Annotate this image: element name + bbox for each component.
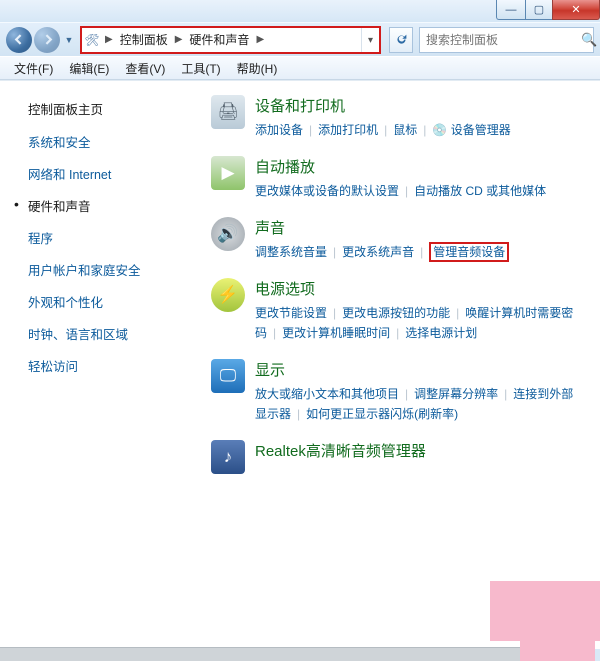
- search-icon[interactable]: 🔍: [581, 32, 597, 48]
- category: 🔊声音调整系统音量|更改系统声音|管理音频设备: [211, 217, 580, 262]
- menu-edit[interactable]: 编辑(E): [61, 60, 117, 77]
- maximize-button[interactable]: ▢: [525, 0, 552, 20]
- separator: |: [291, 407, 306, 421]
- task-link[interactable]: 更改系统声音: [342, 245, 414, 259]
- task-link[interactable]: 更改计算机睡眠时间: [282, 326, 390, 340]
- refresh-icon: [395, 33, 408, 46]
- sound-icon: 🔊: [211, 217, 245, 251]
- sidebar-item[interactable]: 外观和个性化: [28, 292, 205, 311]
- menu-tools[interactable]: 工具(T): [173, 60, 228, 77]
- autoplay-icon: ▶: [211, 156, 245, 190]
- category: ♪ Realtek高清晰音频管理器: [211, 440, 580, 474]
- task-link[interactable]: 💿 设备管理器: [432, 123, 510, 137]
- refresh-button[interactable]: [389, 27, 413, 53]
- close-button[interactable]: ✕: [552, 0, 600, 20]
- search-input[interactable]: [426, 33, 581, 47]
- sidebar-title[interactable]: 控制面板主页: [28, 99, 205, 118]
- category-title[interactable]: Realtek高清晰音频管理器: [255, 440, 580, 461]
- category: ⚡电源选项更改节能设置|更改电源按钮的功能|唤醒计算机时需要密码|更改计算机睡眠…: [211, 278, 580, 343]
- task-link[interactable]: 如何更正显示器闪烁(刷新率): [306, 407, 458, 421]
- separator: |: [303, 123, 318, 137]
- arrow-right-icon: [42, 34, 53, 45]
- realtek-icon: ♪: [211, 440, 245, 474]
- overlay: [490, 581, 600, 641]
- task-link[interactable]: 更改节能设置: [255, 306, 327, 320]
- separator: |: [399, 184, 414, 198]
- category-title[interactable]: 声音: [255, 217, 580, 238]
- sidebar-item[interactable]: 网络和 Internet: [28, 164, 205, 183]
- task-link[interactable]: 鼠标: [393, 123, 417, 137]
- forward-button[interactable]: [34, 27, 60, 53]
- chevron-right-icon[interactable]: ▶: [172, 34, 186, 45]
- menu-bar: 文件(F) 编辑(E) 查看(V) 工具(T) 帮助(H): [0, 56, 600, 80]
- task-link[interactable]: 调整系统音量: [255, 245, 327, 259]
- printer-icon: 🖨: [211, 95, 245, 129]
- status-bar: [0, 647, 520, 661]
- sidebar-item[interactable]: 硬件和声音: [28, 196, 205, 215]
- address-bar[interactable]: 🛠 ▶ 控制面板 ▶ 硬件和声音 ▶ ▾: [80, 26, 381, 54]
- sidebar-item[interactable]: 系统和安全: [28, 132, 205, 151]
- main-content: 🖨设备和打印机添加设备|添加打印机|鼠标|💿 设备管理器▶自动播放更改媒体或设备…: [205, 81, 600, 649]
- control-panel-icon: 🛠: [82, 33, 102, 47]
- sidebar: 控制面板主页 系统和安全网络和 Internet 硬件和声音程序用户帐户和家庭安全…: [0, 81, 205, 649]
- breadcrumb: ▶ 控制面板 ▶ 硬件和声音 ▶: [102, 31, 361, 48]
- nav-arrows: ▼: [6, 27, 76, 53]
- task-link[interactable]: 添加打印机: [318, 123, 378, 137]
- breadcrumb-item[interactable]: 控制面板: [116, 31, 172, 48]
- category-title[interactable]: 自动播放: [255, 156, 580, 177]
- menu-file[interactable]: 文件(F): [6, 60, 61, 77]
- menu-help[interactable]: 帮助(H): [229, 60, 286, 77]
- category-title[interactable]: 设备和打印机: [255, 95, 580, 116]
- task-link[interactable]: 管理音频设备: [429, 242, 509, 262]
- category: ▶ 自动播放更改媒体或设备的默认设置|自动播放 CD 或其他媒体: [211, 156, 580, 201]
- window-buttons: — ▢ ✕: [496, 0, 600, 20]
- task-link[interactable]: 更改媒体或设备的默认设置: [255, 184, 399, 198]
- minimize-button[interactable]: —: [496, 0, 525, 20]
- breadcrumb-item[interactable]: 硬件和声音: [185, 31, 253, 48]
- separator: |: [267, 326, 282, 340]
- separator: |: [450, 306, 465, 320]
- task-link[interactable]: 自动播放 CD 或其他媒体: [414, 184, 546, 198]
- window-titlebar: — ▢ ✕: [0, 0, 600, 22]
- chevron-right-icon[interactable]: ▶: [253, 34, 267, 45]
- sidebar-item[interactable]: 用户帐户和家庭安全: [28, 260, 205, 279]
- address-dropdown[interactable]: ▾: [361, 28, 379, 52]
- separator: |: [390, 326, 405, 340]
- category-title[interactable]: 显示: [255, 359, 580, 380]
- back-button[interactable]: [6, 27, 32, 53]
- category: 🖵显示放大或缩小文本和其他项目|调整屏幕分辨率|连接到外部显示器|如何更正显示器…: [211, 359, 580, 424]
- content-body: 控制面板主页 系统和安全网络和 Internet 硬件和声音程序用户帐户和家庭安全…: [0, 80, 600, 649]
- separator: |: [399, 387, 414, 401]
- display-icon: 🖵: [211, 359, 245, 393]
- sidebar-item[interactable]: 轻松访问: [28, 356, 205, 375]
- search-box[interactable]: 🔍: [419, 27, 594, 53]
- navigation-bar: ▼ 🛠 ▶ 控制面板 ▶ 硬件和声音 ▶ ▾ 🔍: [0, 22, 600, 56]
- task-link[interactable]: 调整屏幕分辨率: [414, 387, 498, 401]
- separator: |: [327, 245, 342, 259]
- chevron-right-icon[interactable]: ▶: [102, 34, 116, 45]
- separator: |: [378, 123, 393, 137]
- menu-view[interactable]: 查看(V): [117, 60, 173, 77]
- task-link[interactable]: 添加设备: [255, 123, 303, 137]
- category-title[interactable]: 电源选项: [255, 278, 580, 299]
- sidebar-item[interactable]: 程序: [28, 228, 205, 247]
- task-link[interactable]: 放大或缩小文本和其他项目: [255, 387, 399, 401]
- category: 🖨设备和打印机添加设备|添加打印机|鼠标|💿 设备管理器: [211, 95, 580, 140]
- overlay: [520, 639, 595, 661]
- power-icon: ⚡: [211, 278, 245, 312]
- separator: |: [327, 306, 342, 320]
- separator: |: [417, 123, 432, 137]
- separator: |: [414, 245, 429, 259]
- separator: |: [498, 387, 513, 401]
- nav-history-button[interactable]: ▼: [62, 35, 76, 45]
- sidebar-item[interactable]: 时钟、语言和区域: [28, 324, 205, 343]
- arrow-left-icon: [14, 34, 25, 45]
- task-link[interactable]: 选择电源计划: [405, 326, 477, 340]
- task-link[interactable]: 更改电源按钮的功能: [342, 306, 450, 320]
